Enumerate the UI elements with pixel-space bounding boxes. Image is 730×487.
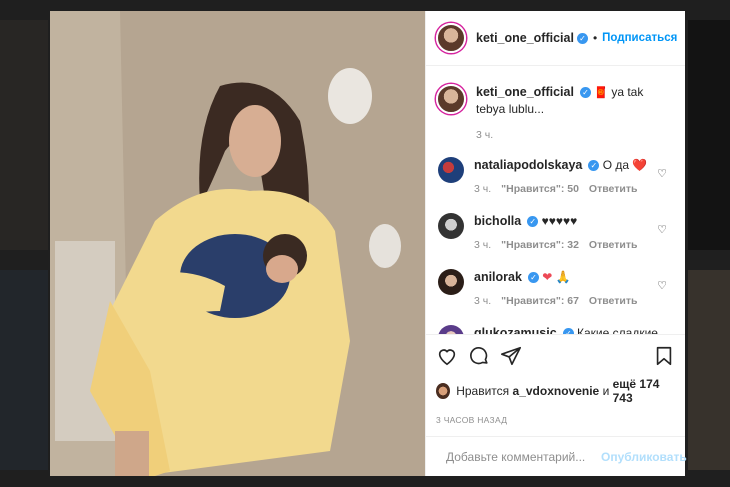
post-actions: Нравится a_vdoxnovenie и ещё 174 743 3 Ч… [426, 334, 685, 425]
verified-icon: ✓ [588, 160, 600, 172]
comment-icon[interactable] [468, 345, 490, 367]
caption-username[interactable]: keti_one_official [476, 85, 574, 99]
comment-time[interactable]: 3 ч. [474, 295, 491, 307]
comment-text-block: glukozamusic✓ Какие сладкие ❤❤❤❤ [474, 325, 675, 334]
verified-icon: ✓ [579, 87, 591, 99]
photo-illustration [50, 11, 425, 476]
post-header: keti_one_official ✓ • Подписаться [426, 11, 685, 66]
comment-like-heart-icon[interactable]: ♡ [657, 223, 667, 236]
post-panel: keti_one_official ✓ • Подписаться keti_o… [425, 11, 687, 476]
verified-icon: ✓ [527, 216, 539, 228]
commenter-avatar[interactable] [438, 157, 464, 183]
comment-text: Какие сладкие [577, 326, 658, 334]
verified-icon: ✓ [527, 272, 539, 284]
separator-dot: • [592, 31, 598, 45]
comment-body: anilorak ✓ ❤ 🙏 3 ч. "Нравится": 67 Ответи… [474, 269, 675, 307]
likes-summary: Нравится a_vdoxnovenie и ещё 174 743 [436, 377, 675, 405]
caption-time[interactable]: 3 ч. [476, 129, 493, 141]
reply-button[interactable]: Ответить [589, 295, 638, 307]
likes-prefix: Нравится [456, 384, 510, 398]
reply-button[interactable]: Ответить [589, 239, 638, 251]
comment-body: bicholla ✓ ♥♥♥♥♥ 3 ч. "Нравится": 32 Отве… [474, 213, 675, 251]
comment-item: anilorak ✓ ❤ 🙏 3 ч. "Нравится": 67 Ответи… [436, 269, 675, 307]
verified-icon: ✓ [562, 328, 574, 334]
post-photo[interactable] [50, 11, 425, 476]
caption: keti_one_official ✓ 🧧 ya tak tebya lublu.… [436, 84, 675, 141]
post-timestamp[interactable]: 3 ЧАСОВ НАЗАД [436, 415, 675, 425]
liker-avatar[interactable] [436, 383, 451, 399]
comment-meta: 3 ч. "Нравится": 50 Ответить [474, 183, 675, 195]
caption-text-block: keti_one_official ✓ 🧧 ya tak tebya lublu.… [476, 84, 675, 117]
comment-body: nataliapodolskaya ✓ О да ❤️ 3 ч. "Нравитс… [474, 157, 675, 195]
comment-likes[interactable]: "Нравится": 50 [501, 183, 579, 195]
comment-emoji: ❤️ [632, 158, 648, 172]
caption-body: keti_one_official ✓ 🧧 ya tak tebya lublu.… [476, 84, 675, 141]
add-comment-bar: Опубликовать [426, 436, 687, 476]
author-username[interactable]: keti_one_official [476, 31, 574, 45]
comment-body: glukozamusic✓ Какие сладкие ❤❤❤❤ [474, 325, 675, 334]
likes-middle: и [602, 384, 610, 398]
share-icon[interactable] [500, 345, 522, 367]
comment-text-block: bicholla ✓ ♥♥♥♥♥ [474, 213, 675, 229]
comment-item: nataliapodolskaya ✓ О да ❤️ 3 ч. "Нравитс… [436, 157, 675, 195]
comment-emoji: ♥♥♥♥♥ [541, 214, 578, 228]
commenter-avatar[interactable] [438, 325, 464, 334]
post-modal: keti_one_official ✓ • Подписаться keti_o… [50, 11, 687, 476]
caption-meta: 3 ч. [476, 129, 675, 141]
comment-item: glukozamusic✓ Какие сладкие ❤❤❤❤ ♡ [436, 325, 675, 334]
comment-item: bicholla ✓ ♥♥♥♥♥ 3 ч. "Нравится": 32 Отве… [436, 213, 675, 251]
comment-meta: 3 ч. "Нравится": 67 Ответить [474, 295, 675, 307]
comment-text-block: nataliapodolskaya ✓ О да ❤️ [474, 157, 675, 173]
commenter-avatar[interactable] [438, 213, 464, 239]
comment-username[interactable]: bicholla [474, 214, 521, 228]
bookmark-icon[interactable] [653, 345, 675, 367]
comments-list: keti_one_official ✓ 🧧 ya tak tebya lublu.… [426, 66, 685, 334]
verified-icon: ✓ [576, 32, 588, 44]
publish-button[interactable]: Опубликовать [601, 450, 687, 464]
liker-username[interactable]: a_vdoxnovenie [513, 384, 600, 398]
action-icons [436, 343, 675, 369]
comment-like-heart-icon[interactable]: ♡ [657, 167, 667, 180]
caption-avatar[interactable] [436, 84, 466, 114]
likes-count[interactable]: ещё 174 743 [613, 377, 675, 405]
comment-username[interactable]: anilorak [474, 270, 522, 284]
author-avatar[interactable] [436, 23, 466, 53]
comment-username[interactable]: glukozamusic [474, 326, 557, 334]
comment-username[interactable]: nataliapodolskaya [474, 158, 582, 172]
comment-time[interactable]: 3 ч. [474, 239, 491, 251]
commenter-avatar[interactable] [438, 269, 464, 295]
comment-text-block: anilorak ✓ ❤ 🙏 [474, 269, 675, 285]
header-meta: keti_one_official ✓ • Подписаться [476, 31, 677, 45]
red-hearts-emoji: 🧧 [594, 87, 608, 99]
comment-time[interactable]: 3 ч. [474, 183, 491, 195]
reply-button[interactable]: Ответить [589, 183, 638, 195]
comment-emoji: ❤ 🙏 [542, 270, 571, 284]
comment-likes[interactable]: "Нравится": 67 [501, 295, 579, 307]
comment-input[interactable] [446, 449, 601, 464]
comment-meta: 3 ч. "Нравится": 32 Ответить [474, 239, 675, 251]
heart-icon[interactable] [436, 345, 458, 367]
comment-like-heart-icon[interactable]: ♡ [657, 279, 667, 292]
follow-button[interactable]: Подписаться [602, 32, 677, 44]
comment-text: О да [602, 158, 630, 172]
comment-likes[interactable]: "Нравится": 32 [501, 239, 579, 251]
